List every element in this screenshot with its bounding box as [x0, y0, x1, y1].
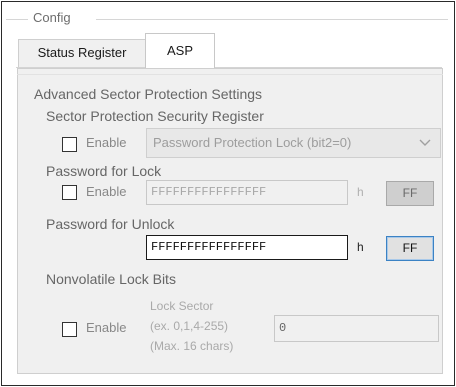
password-unlock-ff-button[interactable]: FF	[386, 236, 434, 261]
asp-section-title: Advanced Sector Protection Settings	[34, 86, 263, 102]
config-group-legend: Config	[29, 10, 75, 25]
tab-asp-label: ASP	[166, 43, 193, 58]
panel-inner-divider	[17, 74, 443, 75]
tab-asp[interactable]: ASP	[145, 33, 215, 69]
protection-mode-value: Password Protection Lock (bit2=0)	[153, 135, 352, 150]
tab-status-register-label: Status Register	[37, 45, 127, 60]
password-unlock-label: Password for Unlock	[46, 216, 175, 232]
sector-protection-enable-checkbox[interactable]	[62, 137, 77, 152]
password-unlock-unit: h	[357, 240, 364, 254]
password-lock-input[interactable]: FFFFFFFFFFFFFFFF	[146, 180, 348, 205]
lock-sector-input[interactable]: 0	[274, 315, 439, 342]
password-unlock-input[interactable]: FFFFFFFFFFFFFFFF	[146, 235, 348, 260]
nonvolatile-enable-label: Enable	[86, 320, 127, 335]
lock-sector-example: (ex. 0,1,4-255)	[150, 319, 229, 333]
password-lock-enable-label: Enable	[86, 184, 127, 199]
password-lock-label: Password for Lock	[46, 163, 162, 179]
protection-mode-select[interactable]: Password Protection Lock (bit2=0)	[146, 128, 441, 158]
lock-sector-label: Lock Sector	[150, 299, 214, 313]
nonvolatile-enable-checkbox[interactable]	[62, 322, 77, 337]
password-lock-enable-checkbox[interactable]	[62, 185, 77, 200]
sector-protection-enable-label: Enable	[86, 135, 127, 150]
sector-protection-label: Sector Protection Security Register	[46, 108, 264, 124]
password-lock-ff-button[interactable]: FF	[386, 181, 434, 206]
lock-sector-max: (Max. 16 chars)	[150, 339, 234, 353]
group-border-left	[6, 19, 28, 20]
tab-status-register[interactable]: Status Register	[18, 39, 146, 67]
nonvolatile-lock-bits-label: Nonvolatile Lock Bits	[46, 271, 176, 287]
group-border-right	[96, 19, 448, 20]
chevron-down-icon	[419, 129, 431, 167]
password-lock-unit: h	[357, 185, 364, 199]
